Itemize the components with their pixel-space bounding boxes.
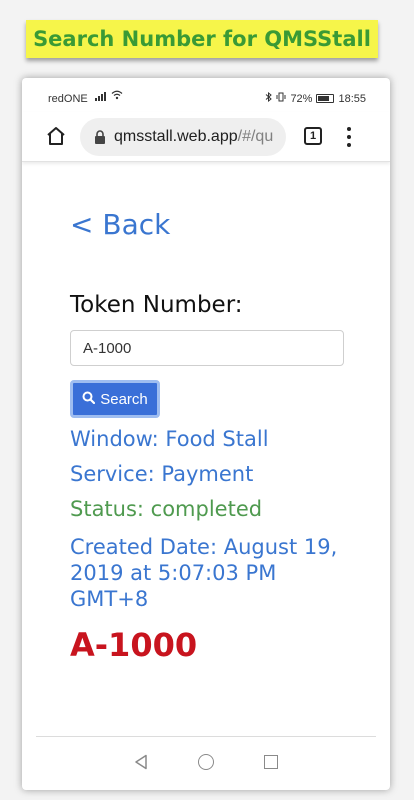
android-nav-bar [36,736,376,786]
home-icon[interactable] [44,124,68,148]
window-info: Window: Food Stall [70,427,269,451]
tab-count: 1 [309,130,317,142]
wifi-icon [111,90,123,103]
circle-home-icon[interactable] [198,753,214,770]
token-display: A-1000 [70,626,198,664]
square-recent-icon[interactable] [264,754,278,769]
url-host: qmsstall.web.app [114,128,238,145]
tab-switcher-button[interactable]: 1 [304,127,322,145]
service-info: Service: Payment [70,462,254,486]
battery-icon [316,94,335,103]
search-icon [82,391,96,408]
phone-screen: redONE 72% 18:55 qmsstall.web.app /#/qu … [22,78,390,790]
token-number-label: Token Number: [70,292,243,318]
url-path: /#/qu [237,128,274,145]
signal-icon [95,92,106,101]
clock: 18:55 [338,92,366,105]
address-bar[interactable]: qmsstall.web.app/#/qu [80,118,286,156]
search-button-label: Search [100,390,148,408]
created-date-info: Created Date: August 19, 2019 at 5:07:03… [70,535,338,611]
lock-icon [94,130,106,144]
token-number-input[interactable] [70,330,344,366]
status-right: 72% 18:55 [265,91,366,105]
banner: Search Number for QMSStall [26,20,378,58]
carrier-label: redONE [48,93,88,105]
back-link[interactable]: < Back [70,208,170,241]
bluetooth-icon [265,91,273,105]
status-bar: redONE 72% 18:55 [22,78,390,110]
browser-toolbar: qmsstall.web.app/#/qu 1 [22,112,390,162]
banner-title: Search Number for QMSStall [33,27,371,51]
vibrate-icon [276,92,286,105]
more-vert-icon[interactable] [346,127,352,147]
triangle-back-icon[interactable] [134,754,148,770]
battery-percent: 72% [290,92,313,105]
status-info: Status: completed [70,497,263,521]
search-button[interactable]: Search [70,380,160,418]
